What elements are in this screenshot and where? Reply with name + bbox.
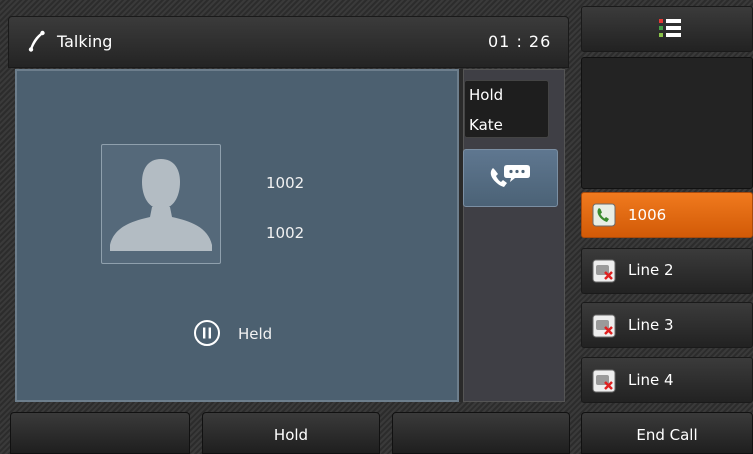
- call-panel: [15, 69, 459, 402]
- hold-softkey-label: Hold: [273, 426, 309, 444]
- line-disconnected-icon: [592, 314, 616, 338]
- caller-number: 1002: [266, 174, 305, 192]
- line-disconnected-icon: [592, 369, 616, 393]
- line-key-label: Line 3: [628, 316, 674, 334]
- hold-entry-name: Kate: [469, 116, 503, 134]
- handset-active-icon: [592, 203, 616, 227]
- end-call-softkey-label: End Call: [636, 426, 698, 444]
- contact-avatar: [101, 144, 221, 264]
- softkey-3[interactable]: [392, 412, 570, 454]
- call-status: Talking: [57, 32, 113, 51]
- line-key-label: Line 4: [628, 371, 674, 389]
- softkey-1[interactable]: [10, 412, 190, 454]
- call-message-icon: [490, 165, 530, 187]
- line-disconnected-icon: [592, 259, 616, 283]
- line-key-label: 1006: [628, 206, 667, 224]
- handset-icon: [28, 30, 45, 52]
- line-key-label: Line 2: [628, 261, 674, 279]
- blank-panel: [581, 57, 753, 189]
- person-silhouette-icon: [110, 159, 212, 251]
- menu-list-icon: [659, 19, 681, 37]
- pause-icon: [194, 320, 220, 346]
- caller-name: 1002: [266, 224, 305, 242]
- call-timer: 01 : 26: [488, 32, 552, 51]
- hold-entry-title: Hold: [469, 86, 504, 104]
- held-status: Held: [238, 325, 273, 343]
